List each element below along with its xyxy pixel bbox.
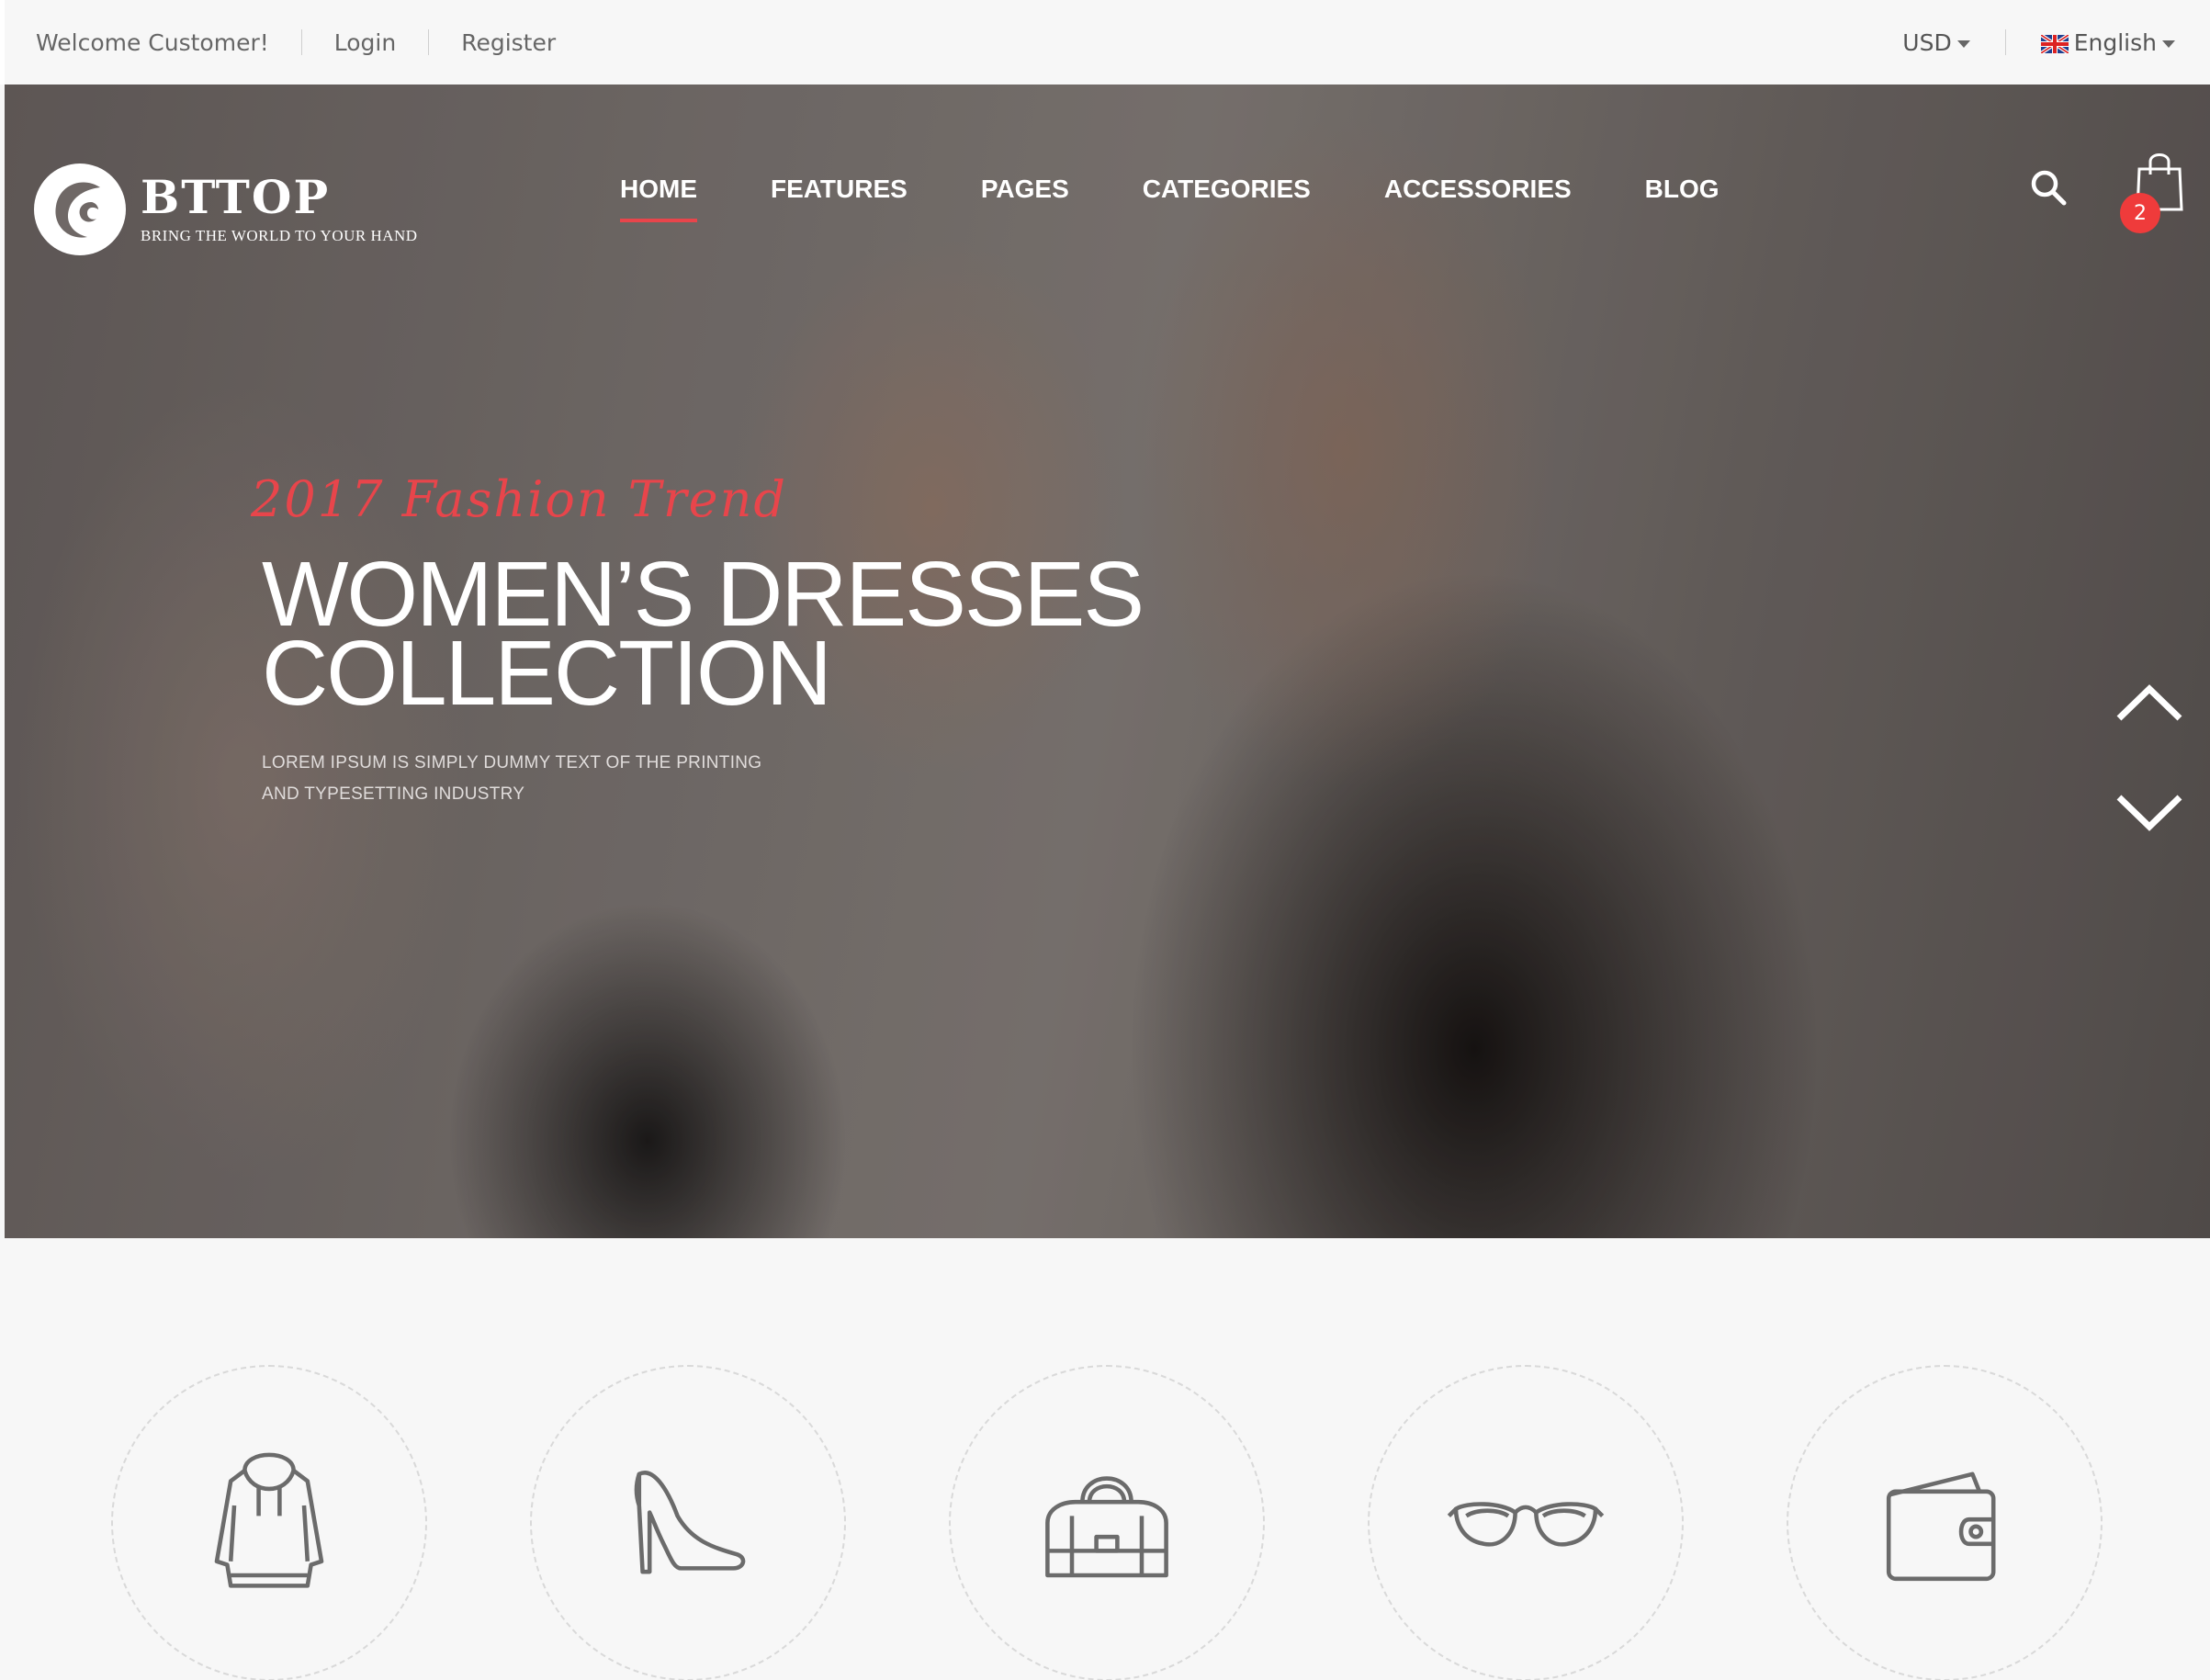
language-value: English: [2073, 28, 2157, 56]
category-shoes[interactable]: [530, 1365, 846, 1680]
slider-prev-chevron-up-icon[interactable]: [2114, 680, 2185, 724]
search-icon[interactable]: [2030, 169, 2067, 206]
login-link[interactable]: Login: [334, 29, 396, 56]
language-select[interactable]: English: [2040, 28, 2175, 56]
cart-count-badge: 2: [2120, 193, 2160, 233]
brand-tagline: BRING THE WORLD TO YOUR HAND: [141, 227, 418, 244]
nav-item-categories[interactable]: CATEGORIES: [1143, 175, 1311, 222]
nav-item-home[interactable]: HOME: [620, 175, 697, 222]
divider: [428, 29, 430, 55]
main-nav: HOME FEATURES PAGES CATEGORIES ACCESSORI…: [620, 175, 1793, 222]
logo-mark-icon: [34, 163, 126, 255]
currency-value: USD: [1902, 28, 1952, 56]
wallet-icon: [1886, 1471, 1996, 1582]
top-bar-left: Welcome Customer! Login Register: [36, 0, 556, 85]
chevron-down-icon: [2162, 39, 2175, 48]
divider: [2004, 29, 2006, 55]
hero-subtext-line2: AND TYPESETTING INDUSTRY: [262, 784, 525, 804]
welcome-text: Welcome Customer!: [36, 28, 269, 56]
divider: [300, 29, 302, 55]
hero-subtext-line1: LOREM IPSUM IS SIMPLY DUMMY TEXT OF THE …: [262, 753, 762, 772]
nav-item-blog[interactable]: BLOG: [1645, 175, 1720, 222]
sunglasses-icon: [1447, 1502, 1605, 1547]
slider-next-chevron-down-icon[interactable]: [2114, 792, 2185, 836]
category-wallets[interactable]: [1787, 1365, 2103, 1680]
chevron-down-icon: [1956, 39, 1970, 48]
top-bar: Welcome Customer! Login Register USD Eng…: [0, 0, 2210, 85]
logo-text: BTTOP BRING THE WORLD TO YOUR HAND: [141, 174, 418, 245]
category-icons: [0, 1238, 2210, 1680]
nav-item-accessories[interactable]: ACCESSORIES: [1384, 175, 1572, 222]
hoodie-icon: [214, 1452, 324, 1588]
currency-select[interactable]: USD: [1902, 28, 1970, 56]
category-sunglasses[interactable]: [1368, 1365, 1684, 1680]
hero-banner: BTTOP BRING THE WORLD TO YOUR HAND HOME …: [5, 85, 2210, 1238]
logo[interactable]: BTTOP BRING THE WORLD TO YOUR HAND: [32, 162, 418, 257]
nav-item-pages[interactable]: PAGES: [981, 175, 1069, 222]
handbag-icon: [1045, 1476, 1168, 1578]
register-link[interactable]: Register: [461, 29, 556, 56]
hero-headline: WOMEN’S DRESSES COLLECTION: [262, 548, 1144, 719]
top-bar-right: USD English: [1902, 0, 2175, 85]
brand-name: BTTOP: [141, 170, 331, 224]
hero-subtext: LOREM IPSUM IS SIMPLY DUMMY TEXT OF THE …: [262, 748, 761, 810]
nav-item-features[interactable]: FEATURES: [771, 175, 908, 222]
high-heel-icon: [634, 1471, 746, 1574]
uk-flag-icon: [2040, 34, 2069, 53]
hero-script-title: 2017 Fashion Trend: [251, 470, 787, 528]
category-bags[interactable]: [949, 1365, 1265, 1680]
category-hoodie[interactable]: [111, 1365, 427, 1680]
